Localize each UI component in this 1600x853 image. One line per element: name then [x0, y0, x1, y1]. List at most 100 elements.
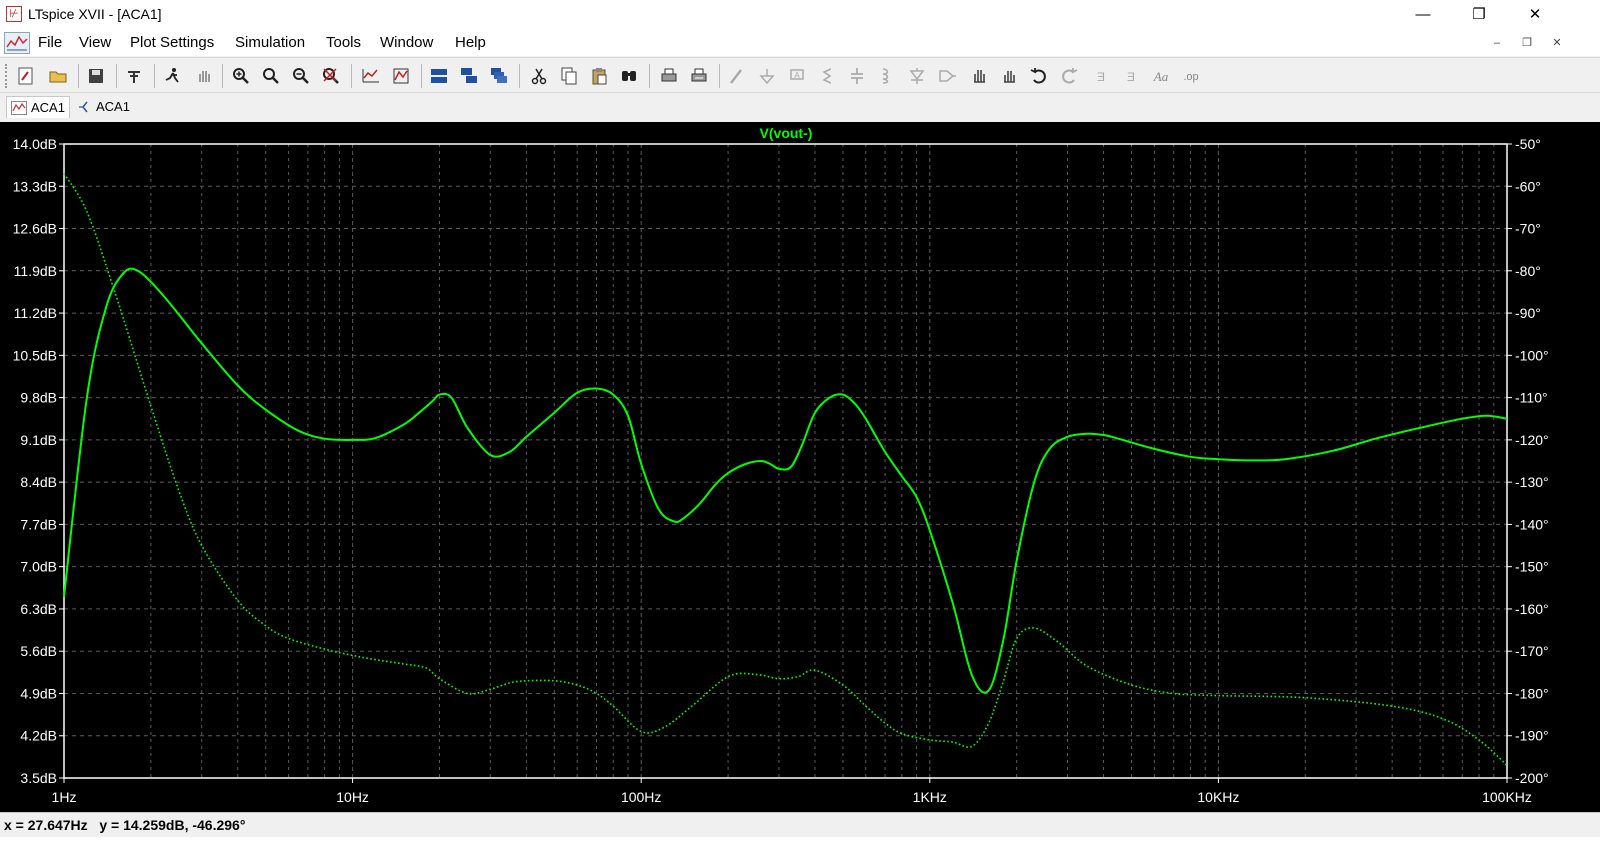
cascade-icon [491, 68, 507, 83]
print-button[interactable] [656, 63, 682, 89]
diode-button[interactable] [904, 63, 930, 89]
mirror-button[interactable]: Ǝ [1118, 63, 1144, 89]
y-tick-label-left: 11.9dB [14, 263, 57, 279]
menu-plot-settings[interactable]: Plot Settings [130, 34, 214, 51]
zoom-out-button[interactable] [288, 63, 314, 89]
rotate-icon: Ǝ [1097, 70, 1105, 84]
schematic-tab-icon [79, 101, 88, 113]
zoom-area-icon [263, 68, 279, 84]
restore-button[interactable]: ❐ [1456, 0, 1502, 30]
print-setup-icon [691, 68, 707, 82]
zoom-fit-button[interactable] [318, 63, 344, 89]
capacitor-button[interactable] [844, 63, 870, 89]
mdi-close-button[interactable]: ✕ [1546, 34, 1568, 52]
window-title: LTspice XVII - [ACA1] [28, 6, 162, 22]
close-button[interactable]: ✕ [1512, 0, 1558, 30]
mark-button[interactable] [388, 63, 414, 89]
y-tick-label-left: 13.3dB [13, 178, 57, 194]
open-button[interactable] [45, 63, 71, 89]
copy-button[interactable] [556, 63, 582, 89]
svg-text:.op: .op [1183, 71, 1198, 83]
spice-directive-button[interactable]: .op [1178, 63, 1204, 89]
move-icon [974, 70, 985, 83]
mdi-restore-button[interactable]: ❐ [1516, 34, 1538, 52]
new-schematic-button[interactable] [13, 63, 39, 89]
tile-vertical-button[interactable] [456, 63, 482, 89]
tab-aca1-schematic[interactable]: ACA1 [74, 96, 134, 118]
y-tick-label-right: -130° [1515, 474, 1549, 490]
menu-tools[interactable]: Tools [326, 34, 361, 51]
inductor-button[interactable] [872, 63, 898, 89]
cursor-readout: x = 27.647Hz y = 14.259dB, -46.296° [4, 817, 245, 833]
bode-plot[interactable]: V(vout-) 14.0dB 13.3dB 12.6dB 11.9dB 11.2dB 1… [0, 122, 1600, 812]
y-tick-label-left: 4.2dB [20, 728, 57, 744]
toolbar-grip[interactable] [5, 64, 10, 88]
x-tick-label: 1Hz [52, 789, 77, 805]
control-panel-button[interactable] [121, 63, 147, 89]
menu-simulation[interactable]: Simulation [235, 34, 305, 51]
component-button[interactable] [934, 63, 960, 89]
cut-button[interactable] [526, 63, 552, 89]
menu-window[interactable]: Window [380, 34, 433, 51]
waveform-plot-pane[interactable]: V(vout-) 14.0dB 13.3dB 12.6dB 11.9dB 11.2dB 1… [0, 122, 1600, 812]
text-button[interactable]: Aa [1148, 63, 1174, 89]
y-tick-label-right: -110° [1515, 390, 1548, 406]
print-setup-button[interactable] [686, 63, 712, 89]
y-tick-label-left: 7.7dB [20, 516, 57, 532]
save-button[interactable] [83, 63, 109, 89]
zoom-area-button[interactable] [258, 63, 284, 89]
paste-button[interactable] [586, 63, 612, 89]
y-tick-label-left: 7.0dB [20, 559, 57, 575]
bottom-strip [0, 837, 1600, 853]
inductor-icon [882, 68, 889, 84]
pause-hand-icon [199, 71, 210, 82]
waveform-tab-icon [11, 100, 27, 115]
title-bar: ⊬ LTspice XVII - [ACA1] — ❐ ✕ [0, 0, 1600, 30]
resistor-icon [822, 68, 832, 84]
menu-view[interactable]: View [79, 34, 111, 51]
trace-title[interactable]: V(vout-) [760, 125, 813, 141]
move-button[interactable] [966, 63, 992, 89]
tab-bar: ACA1 ACA1 [0, 94, 1600, 120]
resistor-button[interactable] [814, 63, 840, 89]
menu-file[interactable]: File [38, 34, 62, 51]
paste-icon [592, 68, 607, 85]
autorange-button[interactable] [358, 63, 384, 89]
tile-vertical-icon [461, 68, 477, 83]
redo-button[interactable] [1056, 63, 1082, 89]
mark-icon [393, 68, 409, 84]
label-button[interactable]: A [784, 63, 810, 89]
capacitor-icon [851, 68, 863, 84]
tile-horizontal-button[interactable] [426, 63, 452, 89]
text-icon: Aa [1153, 69, 1169, 84]
menu-help[interactable]: Help [455, 34, 486, 51]
toolbar-separator [519, 64, 520, 88]
undo-button[interactable] [1026, 63, 1052, 89]
minimize-button[interactable]: — [1400, 0, 1446, 30]
find-button[interactable] [616, 63, 642, 89]
wire-button[interactable] [724, 63, 750, 89]
drag-button[interactable] [996, 63, 1022, 89]
waveform-doc-icon[interactable] [4, 32, 30, 54]
ltspice-app-icon: ⊬ [6, 6, 22, 22]
y-tick-label-right: -160° [1515, 601, 1549, 617]
y-tick-label-left: 8.4dB [20, 474, 57, 490]
zoom-in-button[interactable] [228, 63, 254, 89]
cascade-button[interactable] [486, 63, 512, 89]
y-tick-label-left: 3.5dB [20, 770, 57, 786]
y-tick-label-right: -100° [1515, 347, 1549, 363]
pause-hand-button[interactable] [191, 63, 217, 89]
rotate-button[interactable]: Ǝ [1088, 63, 1114, 89]
x-tick-label: 100KHz [1482, 789, 1532, 805]
run-button[interactable] [159, 63, 185, 89]
toolbar-separator [222, 64, 223, 88]
tab-aca1-waveform[interactable]: ACA1 [6, 96, 70, 118]
ground-button[interactable] [754, 63, 780, 89]
control-panel-icon [128, 71, 140, 83]
copy-icon [561, 67, 577, 85]
undo-icon [1030, 68, 1046, 84]
mdi-minimize-button[interactable]: – [1486, 34, 1508, 52]
svg-text:Ǝ: Ǝ [1127, 70, 1135, 84]
magnitude-trace[interactable] [63, 267, 1508, 694]
y-tick-label-left: 6.3dB [20, 601, 57, 617]
